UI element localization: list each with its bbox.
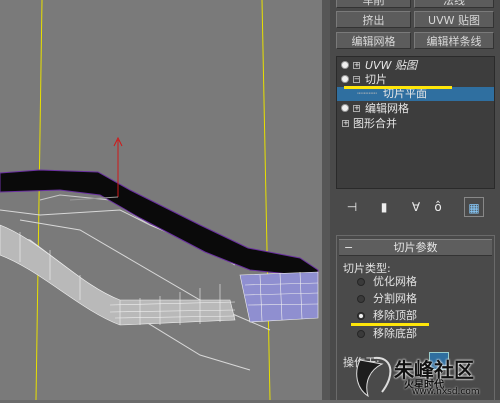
watermark-url: www.hxsd.com bbox=[412, 387, 480, 397]
show-end-result-icon[interactable]: ▮ bbox=[374, 197, 394, 217]
rollout-header[interactable]: − 切片参数 bbox=[339, 239, 492, 256]
remove-modifier-icon[interactable]: ô bbox=[428, 197, 448, 217]
radio-button-selected[interactable] bbox=[357, 312, 365, 320]
collapse-icon[interactable]: − bbox=[353, 76, 360, 83]
expand-icon[interactable]: + bbox=[342, 120, 349, 127]
collapse-icon[interactable]: − bbox=[344, 240, 353, 255]
bulb-icon[interactable] bbox=[342, 105, 348, 111]
slice-type-label: 切片类型: bbox=[343, 262, 391, 275]
stack-item-shape-merge[interactable]: + 图形合并 bbox=[337, 117, 494, 131]
mesh-wireframe bbox=[0, 224, 319, 326]
expand-icon[interactable]: + bbox=[353, 62, 360, 69]
edit-spline-button[interactable]: 编辑样条线 bbox=[414, 32, 494, 49]
viewport-scene bbox=[0, 0, 319, 400]
radio-button[interactable] bbox=[357, 278, 365, 286]
uvw-map-button[interactable]: UVW 贴图 bbox=[414, 11, 494, 28]
panel-divider[interactable] bbox=[322, 0, 330, 400]
modifier-stack: + UVW 贴图 − 切片 ┈┈┈ 切片平面 + 编辑网格 + 图形合并 bbox=[336, 56, 495, 189]
watermark: 朱峰社区 火星时代 www.hxsd.com bbox=[352, 352, 500, 400]
expand-icon[interactable]: + bbox=[353, 105, 360, 112]
radio-button[interactable] bbox=[357, 295, 365, 303]
rollout-title: 切片参数 bbox=[393, 241, 438, 254]
extrude-button[interactable]: 挤出 bbox=[336, 11, 411, 28]
tree-connector: ┈┈┈ bbox=[357, 87, 377, 100]
make-unique-icon[interactable]: ∀ bbox=[406, 197, 426, 217]
command-panel: 车削 法线 挤出 UVW 贴图 编辑网格 编辑样条线 + UVW 贴图 − 切片… bbox=[330, 0, 500, 400]
radio-button[interactable] bbox=[357, 330, 365, 338]
stack-item-slice[interactable]: − 切片 bbox=[337, 73, 494, 87]
modifier-button-top-right[interactable]: 法线 bbox=[414, 0, 494, 8]
annotation-underline-remove-top bbox=[351, 323, 429, 326]
pin-stack-icon[interactable]: ⊣ bbox=[342, 197, 362, 217]
stack-item-slice-plane[interactable]: ┈┈┈ 切片平面 bbox=[337, 87, 494, 101]
perspective-viewport[interactable] bbox=[0, 0, 322, 400]
bulb-icon[interactable] bbox=[342, 76, 348, 82]
stack-item-edit-mesh[interactable]: + 编辑网格 bbox=[337, 102, 494, 116]
bulb-icon[interactable] bbox=[342, 62, 348, 68]
stack-item-uvw-map[interactable]: + UVW 贴图 bbox=[337, 59, 494, 73]
modifier-button-top-left[interactable]: 车削 bbox=[336, 0, 411, 8]
edit-mesh-button[interactable]: 编辑网格 bbox=[336, 32, 411, 49]
configure-sets-icon[interactable]: ▦ bbox=[464, 197, 484, 217]
stack-toolbar: ⊣ ▮ ∀ ô ▦ bbox=[336, 197, 495, 219]
annotation-underline-slice bbox=[344, 86, 452, 89]
